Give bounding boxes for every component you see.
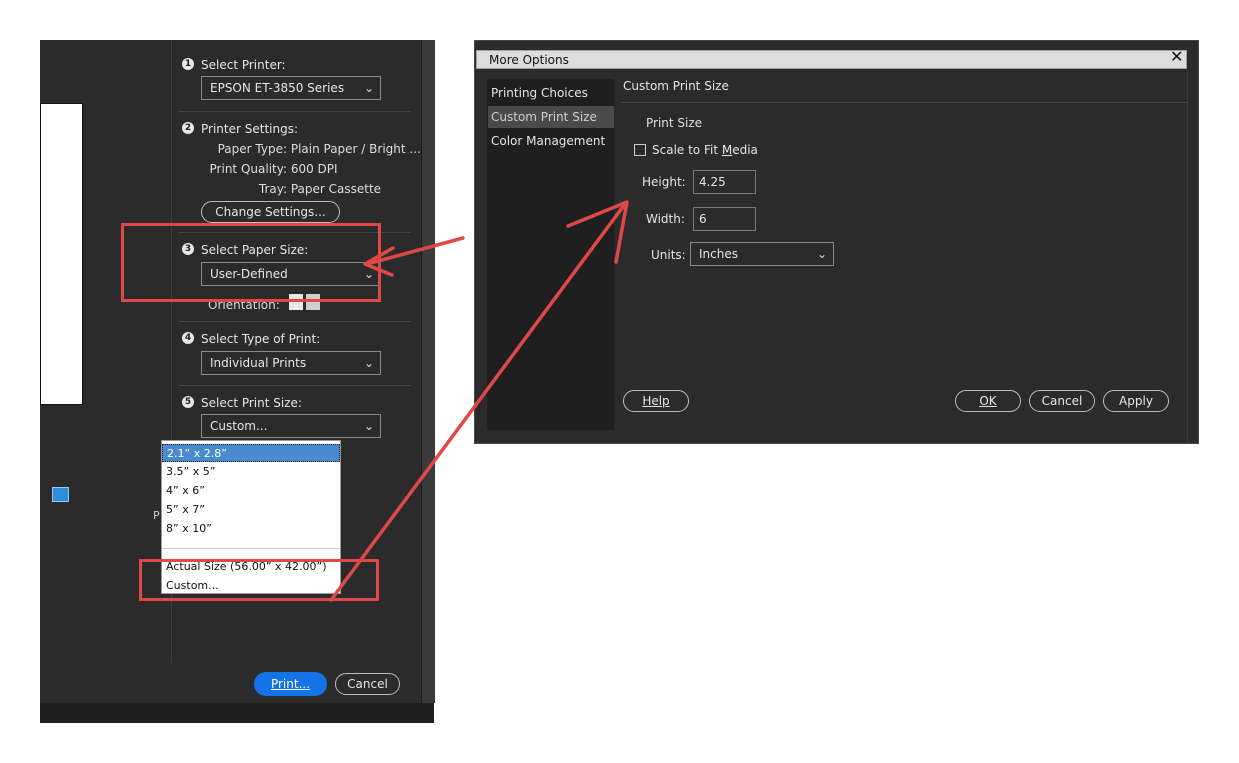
annotation-arrows bbox=[329, 200, 629, 602]
arrow-to-paper-size bbox=[365, 236, 465, 266]
